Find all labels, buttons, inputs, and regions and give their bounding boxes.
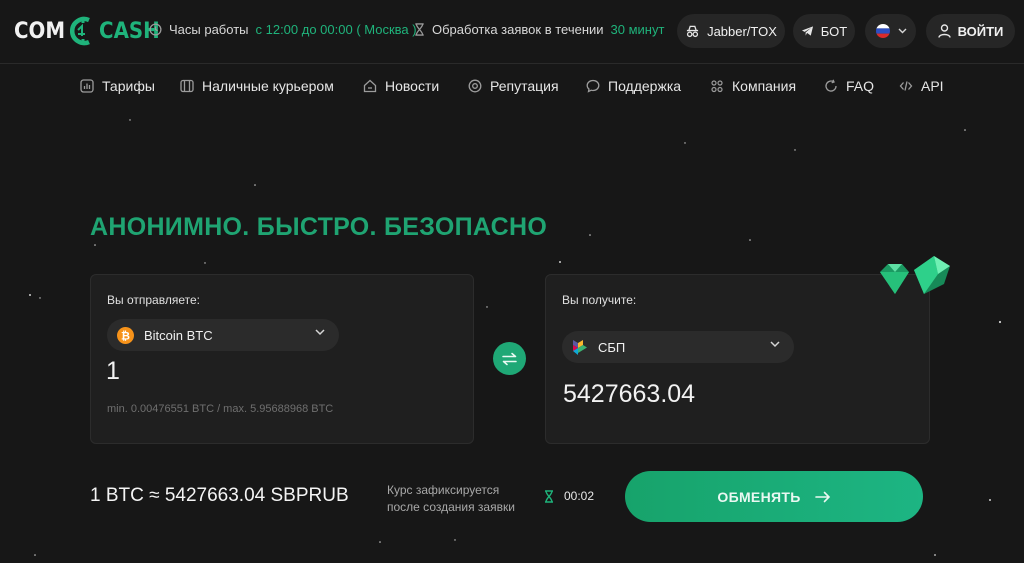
arrow-right-icon	[814, 491, 830, 502]
send-card: Вы отправляете: ₿ Bitcoin BTC 1 min. 0.0…	[90, 274, 474, 444]
nav-item-label: Наличные курьером	[202, 78, 334, 94]
svg-text:₿: ₿	[121, 329, 130, 342]
working-hours-value: с 12:00 до 00:00 ( Москва )	[255, 22, 417, 37]
send-limits: min. 0.00476551 BTC / max. 5.95688968 BT…	[107, 403, 334, 415]
rate-timer-value: 00:02	[564, 489, 595, 503]
rate-fixed-line-1: Курс зафиксируется	[387, 483, 500, 497]
telegram-icon	[801, 26, 813, 36]
home-icon	[363, 79, 377, 93]
bitcoin-icon: ₿	[117, 326, 134, 344]
nav-item-courier-cash[interactable]: Наличные курьером	[180, 75, 334, 97]
star-icon	[468, 79, 482, 93]
send-currency-label: Bitcoin BTC	[144, 327, 213, 343]
receive-amount-value: 5427663.04	[563, 380, 696, 408]
jabber-tox-button[interactable]: Jabber/TOX	[677, 14, 785, 48]
nav-item-faq[interactable]: FAQ	[824, 75, 874, 97]
chevron-down-icon	[898, 28, 906, 34]
top-bar: COM CASH Часы работы с 12:00 до 00:00 ( …	[0, 0, 1024, 64]
hourglass-icon	[545, 489, 553, 503]
nav-item-label: Поддержка	[608, 78, 682, 94]
logo-mark-icon	[70, 16, 90, 46]
chevron-down-icon	[315, 329, 325, 336]
user-icon	[937, 24, 951, 38]
clock-icon	[149, 23, 162, 36]
sbp-icon	[573, 339, 587, 355]
login-label: ВОЙТИ	[957, 23, 1004, 39]
login-button[interactable]: ВОЙТИ	[926, 14, 1015, 48]
chart-icon	[80, 79, 94, 93]
send-label: Вы отправляете:	[107, 293, 200, 307]
russia-flag-icon	[875, 24, 890, 38]
bot-label: БОТ	[820, 23, 848, 39]
swap-button[interactable]	[493, 342, 526, 375]
rate-fixed-line-2: после создания заявки	[387, 500, 515, 514]
nav-item-tariffs[interactable]: Тарифы	[80, 75, 155, 97]
refresh-icon	[825, 79, 837, 92]
logo-text-com: COM	[14, 18, 66, 44]
receive-currency-select[interactable]: СБП	[562, 331, 794, 363]
exchange-button-label: ОБМЕНЯТЬ	[717, 488, 801, 505]
nav-item-company[interactable]: Компания	[710, 75, 796, 97]
people-icon	[711, 80, 723, 93]
processing-time-value: 30 минут	[610, 22, 665, 37]
nav-item-label: API	[921, 78, 944, 94]
working-hours-label: Часы работы	[169, 22, 249, 37]
nav-item-reputation[interactable]: Репутация	[468, 75, 559, 97]
rate-fixed-note: Курс зафиксируется после создания заявки	[387, 482, 537, 516]
send-currency-select[interactable]: ₿ Bitcoin BTC	[107, 319, 339, 351]
processing-time: Обработка заявок в течении 30 минут	[414, 22, 664, 37]
code-icon	[899, 81, 913, 91]
hourglass-icon	[415, 23, 424, 36]
receive-card: Вы получите: СБП 5427663.04	[545, 274, 930, 444]
nav-item-support[interactable]: Поддержка	[586, 75, 681, 97]
processing-time-label: Обработка заявок в течении	[432, 22, 604, 37]
nav-item-label: FAQ	[846, 78, 875, 94]
chevron-down-icon	[770, 341, 780, 348]
send-amount-input[interactable]: 1	[106, 357, 120, 386]
main-navigation: Тарифы Наличные курьером Новости Репутац…	[0, 75, 1024, 97]
bot-button[interactable]: БОТ	[793, 14, 855, 48]
nav-item-news[interactable]: Новости	[363, 75, 439, 97]
chat-icon	[586, 79, 600, 93]
hero-headline: АНОНИМНО. БЫСТРО. БЕЗОПАСНО	[90, 213, 548, 241]
nav-item-label: Новости	[385, 78, 440, 94]
rate-timer: 00:02	[544, 489, 594, 503]
nav-item-api[interactable]: API	[899, 75, 944, 97]
nav-item-label: Компания	[732, 78, 797, 94]
exchange-rate: 1 BTC ≈ 5427663.04 SBPRUB	[90, 485, 349, 506]
nav-item-label: Тарифы	[102, 78, 155, 94]
receive-label: Вы получите:	[562, 293, 637, 307]
language-selector[interactable]	[865, 14, 916, 48]
emerald-decoration-icon	[880, 256, 950, 294]
jabber-tox-label: Jabber/TOX	[707, 23, 777, 39]
swap-arrows-icon	[502, 352, 517, 365]
logo[interactable]: COM CASH	[14, 14, 160, 48]
nav-item-label: Репутация	[490, 78, 559, 94]
incognito-icon	[686, 25, 699, 37]
receive-currency-label: СБП	[598, 339, 626, 355]
cash-icon	[180, 79, 194, 93]
working-hours: Часы работы с 12:00 до 00:00 ( Москва )	[149, 22, 417, 37]
exchange-button[interactable]: ОБМЕНЯТЬ	[625, 471, 923, 522]
